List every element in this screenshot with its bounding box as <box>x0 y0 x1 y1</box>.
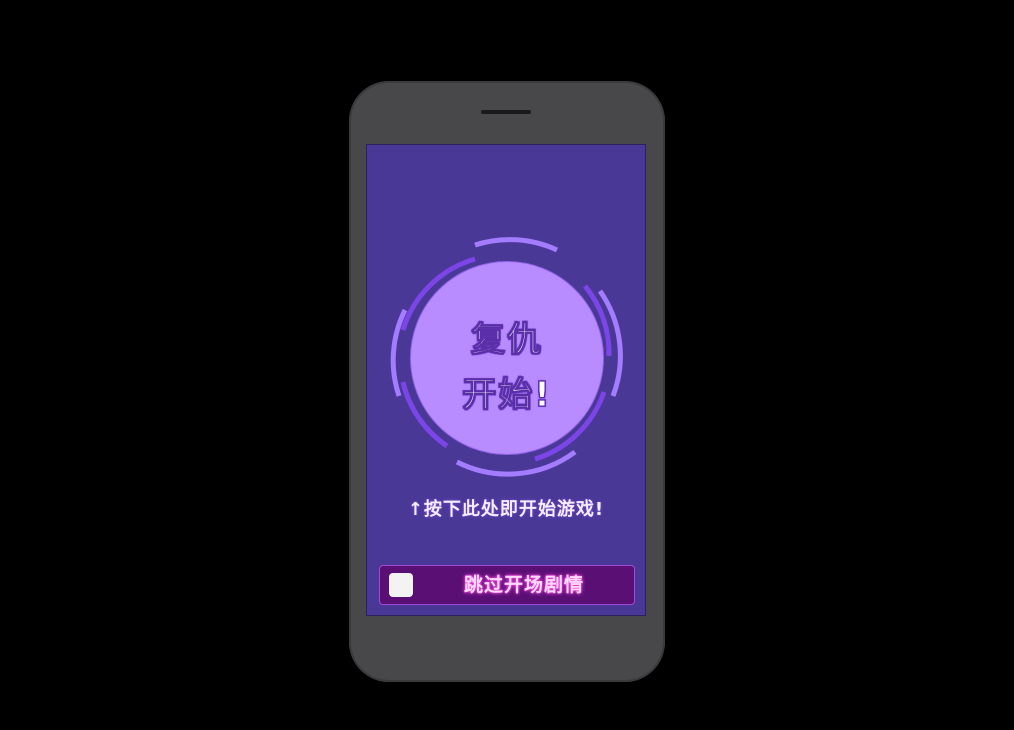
start-button-line-1: 复仇 <box>471 320 543 361</box>
outer-ring-arc-bottom <box>455 449 577 477</box>
viewport: 复仇 开始! ↑按下此处即开始游戏! 跳过开场剧情 <box>0 0 1014 730</box>
skip-intro-checkbox[interactable] <box>389 573 413 597</box>
start-hint-text: ↑按下此处即开始游戏! <box>407 499 605 520</box>
start-button-line-2: 开始! <box>462 375 552 416</box>
game-screen: 复仇 开始! ↑按下此处即开始游戏! 跳过开场剧情 <box>366 144 646 616</box>
start-revenge-button[interactable]: 复仇 开始! <box>410 261 604 455</box>
outer-ring-arc-top <box>474 237 559 253</box>
phone-frame: 复仇 开始! ↑按下此处即开始游戏! 跳过开场剧情 <box>349 81 665 682</box>
skip-intro-label: 跳过开场剧情 <box>463 574 584 596</box>
skip-intro-toggle[interactable]: 跳过开场剧情 <box>379 565 635 605</box>
phone-speaker <box>481 110 531 114</box>
